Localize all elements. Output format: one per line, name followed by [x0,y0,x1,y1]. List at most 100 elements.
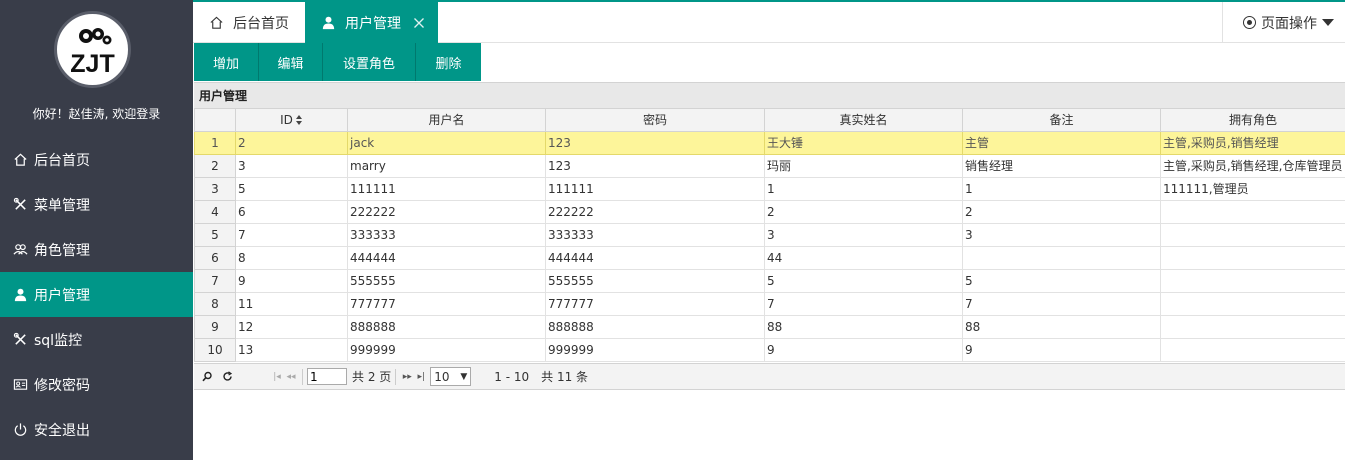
logo: ZJT [54,11,131,88]
table-row[interactable]: 8 11 777777 777777 7 7 [194,291,1345,316]
password-cell: 555555 [545,268,765,293]
column-header-roles[interactable]: 拥有角色 [1160,109,1345,132]
set-role-button[interactable]: 设置角色 [323,43,416,81]
sidebar-item-label: 修改密码 [34,377,90,394]
sidebar-item-logout[interactable]: 安全退出 [0,407,193,452]
sidebar-item-label: 用户管理 [34,287,90,304]
tools-icon [12,197,28,213]
username-cell: jack [347,130,546,155]
table-row[interactable]: 5 7 333333 333333 3 3 [194,222,1345,247]
id-cell: 7 [235,222,348,247]
username-cell: 222222 [347,199,546,224]
sidebar-item-label: sql监控 [34,332,83,349]
id-cell: 11 [235,291,348,316]
password-cell: 333333 [545,222,765,247]
tab-user-management[interactable]: 用户管理 [305,2,438,43]
password-cell: 888888 [545,314,765,339]
page-operations-label: 页面操作 [1261,15,1317,32]
realname-cell: 7 [764,291,963,316]
row-number-cell: 1 [194,130,236,155]
roles-cell: 主管,采购员,销售经理 [1160,130,1345,155]
sort-icon [295,115,303,126]
roles-cell [1160,199,1345,224]
page-number-input[interactable] [307,368,347,385]
prev-page-icon[interactable]: ◂◂ [284,370,298,384]
table-row[interactable]: 1 2 jack 123 王大锤 主管 主管,采购员,销售经理 [194,130,1345,155]
remark-cell: 5 [962,268,1161,293]
id-cell: 13 [235,337,348,362]
roles-cell: 111111,管理员 [1160,176,1345,201]
rows-per-page-value: 10 [434,369,450,384]
table-row[interactable]: 2 3 marry 123 玛丽 销售经理 主管,采购员,销售经理,仓库管理员 [194,153,1345,178]
tab-bar: 后台首页 用户管理 页面操作 [193,2,1345,43]
username-cell: 888888 [347,314,546,339]
caret-down-icon: ▼ [460,371,468,382]
column-header-realname[interactable]: 真实姓名 [764,109,963,132]
id-card-icon [12,377,28,393]
roles-cell [1160,245,1345,270]
tab-user-label: 用户管理 [345,15,401,32]
table-row[interactable]: 3 5 111111 111111 1 1 111111,管理员 [194,176,1345,201]
sidebar-item-label: 菜单管理 [34,197,90,214]
row-number-cell: 9 [194,314,236,339]
realname-cell: 3 [764,222,963,247]
row-number-cell: 5 [194,222,236,247]
sidebar-item-home[interactable]: 后台首页 [0,137,193,182]
column-header-remark[interactable]: 备注 [962,109,1161,132]
roles-cell [1160,268,1345,293]
table-row[interactable]: 6 8 444444 444444 44 [194,245,1345,270]
next-page-icon[interactable]: ▸▸ [400,370,414,384]
table-row[interactable]: 7 9 555555 555555 5 5 [194,268,1345,293]
table-row[interactable]: 4 6 222222 222222 2 2 [194,199,1345,224]
edit-button[interactable]: 编辑 [259,43,323,81]
row-number-cell: 6 [194,245,236,270]
tab-home[interactable]: 后台首页 [193,2,305,43]
username-cell: 111111 [347,176,546,201]
sidebar-item-users[interactable]: 用户管理 [0,272,193,317]
sidebar-item-change-password[interactable]: 修改密码 [0,362,193,407]
id-cell: 2 [235,130,348,155]
realname-cell: 44 [764,245,963,270]
sidebar-item-sql-monitor[interactable]: sql监控 [0,317,193,362]
pager: |◂ ◂◂ 共 2 页 ▸▸ ▸| 10 ▼ 1 - 10 共 11 条 [194,363,1345,390]
remark-cell: 3 [962,222,1161,247]
password-cell: 123 [545,130,765,155]
total-pages-text: 共 2 页 [352,370,392,384]
close-icon[interactable] [413,17,425,29]
refresh-icon[interactable] [220,370,234,384]
toolbar: 增加 编辑 设置角色 删除 [194,43,481,81]
table-row[interactable]: 10 13 999999 999999 9 9 [194,337,1345,362]
password-cell: 123 [545,153,765,178]
column-header-username[interactable]: 用户名 [347,109,546,132]
first-page-icon[interactable]: |◂ [270,370,284,384]
password-cell: 222222 [545,199,765,224]
realname-cell: 王大锤 [764,130,963,155]
row-number-cell: 2 [194,153,236,178]
remark-cell: 2 [962,199,1161,224]
rows-per-page-select[interactable]: 10 ▼ [430,367,472,386]
remark-cell: 7 [962,291,1161,316]
grid-title: 用户管理 [194,82,1345,109]
table-row[interactable]: 9 12 888888 888888 88 88 [194,314,1345,339]
page-operations-dropdown[interactable]: 页面操作 [1222,2,1345,43]
column-header-password[interactable]: 密码 [545,109,765,132]
roles-cell [1160,314,1345,339]
row-number-cell: 3 [194,176,236,201]
remark-cell: 1 [962,176,1161,201]
sidebar-item-roles[interactable]: 角色管理 [0,227,193,272]
remark-cell [962,245,1161,270]
realname-cell: 5 [764,268,963,293]
add-button[interactable]: 增加 [194,43,259,81]
realname-cell: 1 [764,176,963,201]
column-header-id[interactable]: ID [235,109,348,132]
last-page-icon[interactable]: ▸| [414,370,428,384]
realname-cell: 2 [764,199,963,224]
id-cell: 12 [235,314,348,339]
sidebar-item-menu[interactable]: 菜单管理 [0,182,193,227]
row-number-cell: 7 [194,268,236,293]
delete-button[interactable]: 删除 [416,43,481,81]
roles-cell [1160,291,1345,316]
home-icon [210,16,223,29]
caret-down-icon [1322,19,1334,26]
search-icon[interactable] [200,370,214,384]
